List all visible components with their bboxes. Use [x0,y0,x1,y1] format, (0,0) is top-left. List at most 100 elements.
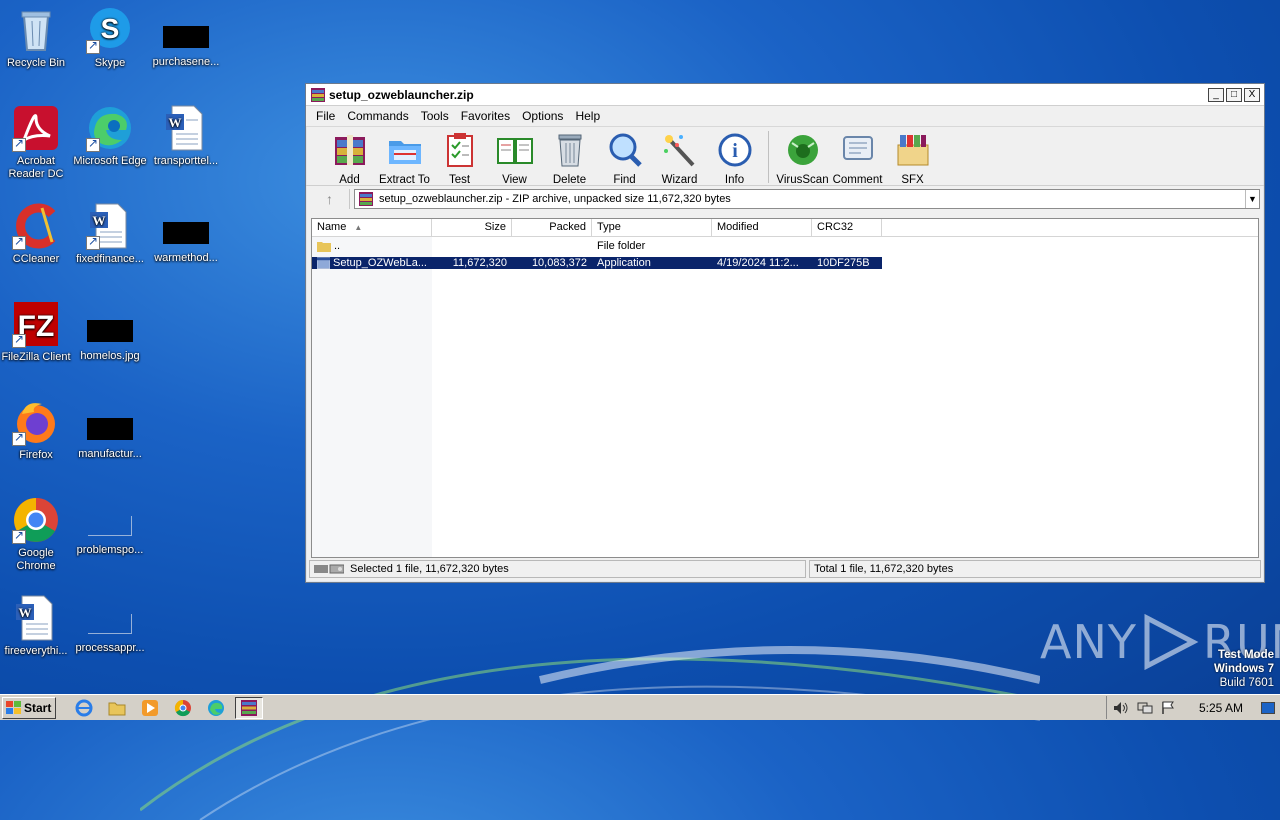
file-list[interactable]: Name ▲ Size Packed Type Modified CRC32 ..… [311,218,1259,558]
close-button[interactable]: X [1244,87,1260,102]
desktop-icon-processappr[interactable]: processappr... [72,594,148,655]
toolbar-separator [768,131,769,183]
minimize-button[interactable]: _ [1208,87,1224,102]
desktop-icon-manufactur[interactable]: manufactur... [72,398,148,461]
desktop-icon-ccleaner[interactable]: CCleaner [0,202,74,266]
network-icon[interactable] [1137,701,1153,715]
desktop-icon-warmethod[interactable]: warmethod... [148,202,224,265]
menu-options[interactable]: Options [516,109,569,123]
column-header-crc32[interactable]: CRC32 [812,219,882,236]
taskbar-ie-button[interactable] [70,697,98,719]
taskbar-explorer-button[interactable] [103,697,131,719]
add-label: Add [339,174,360,186]
add-archive-icon [334,135,365,165]
taskbar-media-player-button[interactable] [136,697,164,719]
maximize-button[interactable]: □ [1226,87,1242,102]
acrobat-icon [12,104,60,152]
filezilla-icon: FZ [12,300,60,348]
row-size: 11,672,320 [432,256,512,269]
up-one-level-button[interactable]: ↑ [310,189,350,209]
taskbar-chrome-button[interactable] [169,697,197,719]
word-document-icon: W [162,104,210,152]
menu-help[interactable]: Help [569,109,606,123]
info-button[interactable]: i Info [707,129,762,186]
action-center-flag-icon[interactable] [1161,701,1177,715]
test-label: Test [448,174,471,186]
word-document-icon: W [12,594,60,642]
taskbar-edge-button[interactable] [202,697,230,719]
desktop-icon-chrome[interactable]: Google Chrome [0,496,74,573]
zip-archive-icon [359,192,373,206]
delete-button[interactable]: Delete [542,129,597,186]
wizard-button[interactable]: Wizard [652,129,707,186]
archive-path-field[interactable]: setup_ozweblauncher.zip - ZIP archive, u… [354,189,1260,209]
redacted-file-icon [87,418,133,440]
virusscan-bug-icon [787,135,818,165]
desktop-icon-fireeverythi[interactable]: W fireeverythi... [0,594,74,658]
desktop-icon-recycle-bin[interactable]: Recycle Bin [0,6,74,70]
extract-to-button[interactable]: Extract To [377,129,432,186]
add-button[interactable]: Add [322,129,377,186]
ccleaner-icon [12,202,60,250]
desktop-icon-skype[interactable]: S Skype [72,6,148,70]
menu-tools[interactable]: Tools [415,109,455,123]
name-column-background [312,237,432,557]
status-selection: Selected 1 file, 11,672,320 bytes [309,560,806,578]
play-logo-icon [1144,614,1199,670]
shortcut-arrow-icon [86,234,100,250]
table-row[interactable]: .. File folder [312,237,1258,254]
find-button[interactable]: Find [597,129,652,186]
delete-label: Delete [552,174,587,186]
blank-file-icon [88,614,132,634]
media-player-icon [142,699,158,716]
volume-icon[interactable] [1113,701,1129,715]
start-label: Start [24,700,52,715]
menu-file[interactable]: File [310,109,341,123]
redacted-file-icon [87,320,133,342]
column-header-modified[interactable]: Modified [712,219,812,236]
sfx-button[interactable]: SFX [885,129,940,186]
desktop-icon-fixedfinance[interactable]: W fixedfinance... [72,202,148,266]
column-header-name[interactable]: Name ▲ [312,219,432,236]
table-row[interactable]: Setup_OZWebLa... 11,672,320 10,083,372 A… [312,254,1258,271]
window-titlebar[interactable]: setup_ozweblauncher.zip _ □ X [306,84,1264,106]
comment-label: Comment [832,174,883,186]
build-line: Build 7601 [1219,677,1274,689]
sfx-box-icon [897,135,928,166]
clock[interactable]: 5:25 AM [1199,701,1243,715]
comment-button[interactable]: Comment [830,129,885,186]
menu-commands[interactable]: Commands [341,109,414,123]
redacted-file-icon [163,26,209,48]
test-clipboard-icon [446,133,473,167]
start-button[interactable]: Start [2,696,56,719]
desktop-icon-homelos[interactable]: homelos.jpg [72,300,148,363]
desktop-icon-purchasene[interactable]: purchasene... [148,6,224,69]
winrar-window[interactable]: setup_ozweblauncher.zip _ □ X File Comma… [305,83,1265,583]
recycle-bin-icon [12,6,60,54]
desktop-icon-edge[interactable]: Microsoft Edge [72,104,148,168]
menu-favorites[interactable]: Favorites [455,109,516,123]
chevron-down-icon[interactable]: ▼ [1245,190,1259,208]
folder-up-icon [317,241,331,252]
column-header-packed[interactable]: Packed [512,219,592,236]
show-desktop-icon[interactable] [1261,701,1275,714]
row-type: File folder [597,239,646,252]
virusscan-button[interactable]: VirusScan [775,129,830,186]
desktop-icon-filezilla[interactable]: FZ FileZilla Client [0,300,74,364]
toolbar: Add Extract To Test View Delete Find Wiz… [306,126,1264,186]
row-name-cell: Setup_OZWebLa... [312,256,432,269]
sfx-label: SFX [901,174,924,186]
wizard-wand-icon [663,135,694,167]
desktop-icon-acrobat[interactable]: Acrobat Reader DC [0,104,74,181]
desktop-icon-firefox[interactable]: Firefox [0,398,74,462]
column-header-type[interactable]: Type [592,219,712,236]
blank-file-icon [88,516,132,536]
view-button[interactable]: View [487,129,542,186]
wizard-label: Wizard [661,174,698,186]
taskbar-winrar-button[interactable] [235,696,263,719]
info-icon: i [718,133,751,167]
column-header-size[interactable]: Size [432,219,512,236]
desktop-icon-transporttel[interactable]: W transporttel... [148,104,224,168]
desktop-icon-problemspo[interactable]: problemspo... [72,496,148,557]
test-button[interactable]: Test [432,129,487,186]
